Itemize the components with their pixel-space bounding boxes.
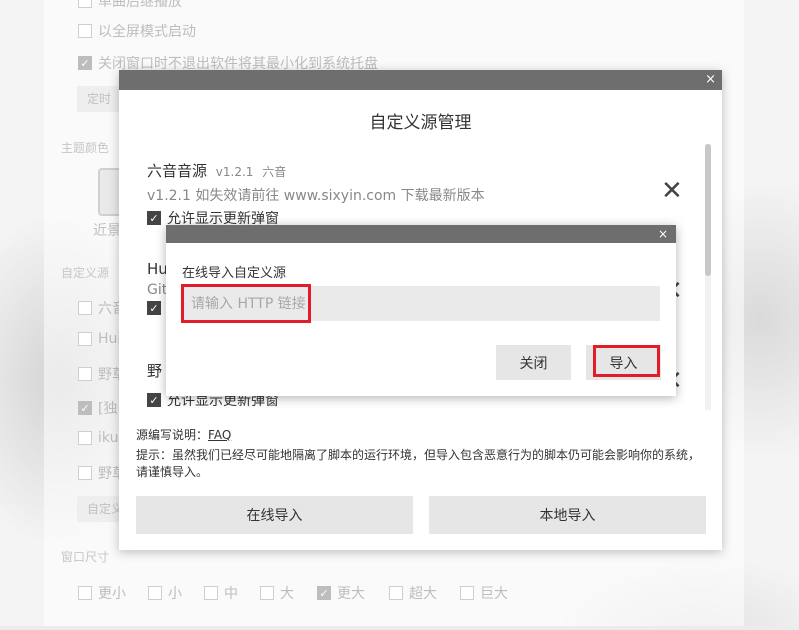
- bottom-strip: [0, 626, 799, 630]
- source-row[interactable]: iku: [78, 430, 118, 446]
- import-label: 在线导入自定义源: [182, 266, 287, 281]
- checkbox[interactable]: [460, 586, 474, 600]
- security-hint: 提示：虽然我们已经尽可能地隔离了脚本的运行环境，但导入包含恶意行为的脚本仍可能会…: [136, 448, 701, 479]
- window-size-label: 窗口尺寸: [61, 550, 110, 564]
- size-option[interactable]: 小: [148, 583, 182, 603]
- source-item: 六音音源 v1.2.1 六音 v1.2.1 如失效请前往 www.sixyin.…: [147, 160, 485, 228]
- checkbox-checked[interactable]: ✓: [147, 393, 161, 407]
- dialog-titlebar: ×: [119, 70, 722, 90]
- source-name: Hu: [147, 260, 168, 278]
- close-icon[interactable]: ×: [658, 225, 668, 243]
- local-import-button[interactable]: 本地导入: [429, 496, 706, 534]
- checkbox-checked[interactable]: ✓: [78, 401, 92, 415]
- source-description: v1.2.1 如失效请前往 www.sixyin.com 下载最新版本: [147, 188, 485, 204]
- source-description: Git: [147, 282, 168, 298]
- setting-fullscreen-start[interactable]: 以全屏模式启动: [78, 21, 196, 41]
- size-option[interactable]: 超大: [389, 583, 437, 603]
- size-option[interactable]: ✓ 更大: [317, 583, 365, 603]
- source-author: 六音: [262, 165, 287, 179]
- close-button[interactable]: 关闭: [496, 345, 571, 380]
- source-name: 六音音源: [147, 162, 208, 180]
- source-row[interactable]: Hui: [78, 331, 121, 347]
- dialog-titlebar: ×: [166, 225, 676, 243]
- size-option[interactable]: 巨大: [460, 583, 508, 603]
- custom-source-label: 自定义源: [61, 266, 110, 280]
- checkbox-checked[interactable]: ✓: [147, 211, 161, 225]
- theme-color-label: 主题颜色: [61, 141, 110, 155]
- setting-autoplay[interactable]: 单曲后继播放: [78, 0, 182, 11]
- close-icon[interactable]: ×: [705, 70, 716, 90]
- dialog-title: 自定义源管理: [369, 113, 472, 133]
- checkbox[interactable]: [78, 466, 92, 480]
- source-row[interactable]: ✓ [独: [78, 398, 117, 418]
- http-link-input[interactable]: [182, 286, 660, 321]
- checkbox[interactable]: [260, 586, 274, 600]
- timer-button[interactable]: 定时: [77, 86, 122, 112]
- checkbox[interactable]: [78, 0, 92, 8]
- checkbox[interactable]: [389, 586, 403, 600]
- faq-line: 源编写说明：FAQ: [136, 428, 232, 442]
- online-import-dialog: × 在线导入自定义源 关闭 导入: [166, 225, 676, 396]
- source-item: Hu Git ✓: [147, 260, 168, 315]
- checkbox[interactable]: [78, 367, 92, 381]
- checkbox[interactable]: [78, 431, 92, 445]
- remove-source-icon[interactable]: ✕: [661, 178, 683, 204]
- checkbox-checked[interactable]: ✓: [317, 586, 331, 600]
- checkbox[interactable]: [78, 24, 92, 38]
- scrollbar-thumb[interactable]: [705, 144, 711, 276]
- online-import-button[interactable]: 在线导入: [136, 496, 413, 534]
- checkbox[interactable]: [204, 586, 218, 600]
- theme-tile-label: 近景: [93, 223, 121, 239]
- checkbox[interactable]: [78, 332, 92, 346]
- checkbox[interactable]: [78, 586, 92, 600]
- checkbox-checked[interactable]: ✓: [147, 301, 161, 315]
- allow-update-popup[interactable]: ✓: [147, 301, 168, 315]
- import-button[interactable]: 导入: [586, 345, 661, 380]
- checkbox[interactable]: [148, 586, 162, 600]
- checkbox-checked[interactable]: ✓: [78, 56, 92, 70]
- faq-link[interactable]: FAQ: [208, 428, 231, 442]
- size-option[interactable]: 更小: [78, 583, 126, 603]
- checkbox[interactable]: [78, 301, 92, 315]
- size-option[interactable]: 中: [204, 583, 238, 603]
- source-version: v1.2.1: [215, 165, 254, 179]
- size-option[interactable]: 大: [260, 583, 294, 603]
